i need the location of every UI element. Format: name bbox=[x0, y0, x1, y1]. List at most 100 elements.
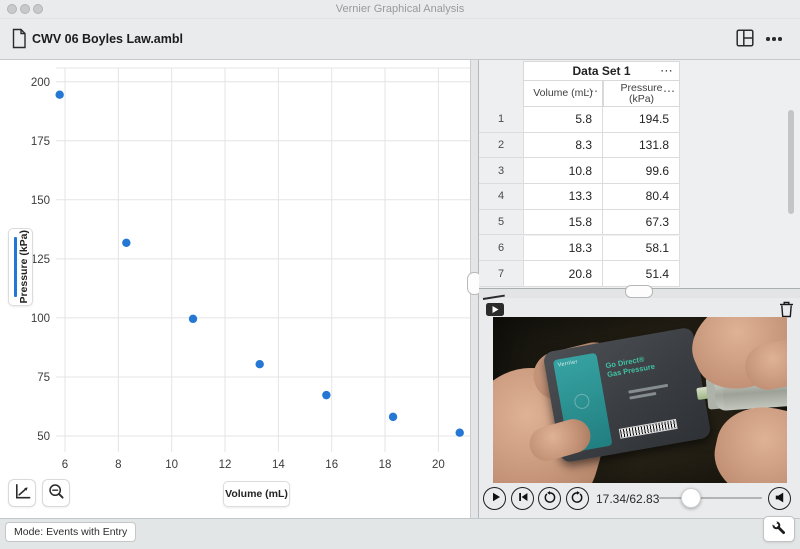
document-icon bbox=[11, 28, 27, 54]
dataset-header[interactable]: Data Set 1 ⋯ bbox=[523, 61, 680, 81]
volume-cell[interactable]: 13.3 bbox=[523, 184, 603, 210]
svg-text:18: 18 bbox=[379, 459, 392, 471]
table-row: 515.867.3 bbox=[479, 210, 680, 236]
more-options-button[interactable] bbox=[762, 29, 786, 49]
series-color-accent bbox=[14, 237, 17, 297]
window-title: Vernier Graphical Analysis bbox=[0, 3, 800, 15]
column-menu-icon[interactable]: ⋯ bbox=[663, 86, 675, 97]
volume-cell[interactable]: 10.8 bbox=[523, 158, 603, 184]
zoom-to-fit-button[interactable] bbox=[42, 479, 70, 507]
x-axis-label-button[interactable]: Volume (mL) bbox=[223, 481, 290, 507]
table-row: 720.851.4 bbox=[479, 261, 680, 287]
table-row: 618.358.1 bbox=[479, 236, 680, 262]
data-point[interactable] bbox=[122, 239, 130, 247]
volume-cell[interactable]: 5.8 bbox=[523, 107, 603, 133]
svg-text:14: 14 bbox=[272, 459, 285, 471]
dot-icon bbox=[772, 37, 776, 41]
svg-text:75: 75 bbox=[37, 372, 50, 384]
table-row: 413.380.4 bbox=[479, 184, 680, 210]
data-point[interactable] bbox=[189, 315, 197, 323]
step-forward-button[interactable] bbox=[566, 487, 589, 510]
column-menu-icon[interactable]: ⋯ bbox=[586, 86, 598, 97]
layout-icon bbox=[736, 35, 754, 50]
row-number: 5 bbox=[479, 210, 523, 236]
y-axis-label: Pressure (kPa) bbox=[18, 230, 30, 304]
y-axis-label-button[interactable]: Pressure (kPa) bbox=[8, 228, 33, 306]
volume-cell[interactable]: 15.8 bbox=[523, 210, 603, 236]
table-scrollbar[interactable] bbox=[788, 110, 794, 214]
video-source-button[interactable] bbox=[486, 303, 504, 316]
dot-icon bbox=[766, 37, 770, 41]
video-seek-knob[interactable] bbox=[681, 488, 701, 508]
titlebar: Vernier Graphical Analysis bbox=[0, 0, 800, 19]
pressure-cell[interactable]: 194.5 bbox=[603, 107, 680, 133]
toolbar: CWV 06 Boyles Law.ambl bbox=[0, 19, 800, 60]
volume-button[interactable] bbox=[768, 487, 791, 510]
column-header-volume[interactable]: Volume (mL)⋯ bbox=[523, 81, 603, 107]
play-icon bbox=[489, 491, 501, 506]
data-point[interactable] bbox=[456, 428, 464, 436]
pressure-cell[interactable]: 67.3 bbox=[603, 210, 680, 236]
svg-text:50: 50 bbox=[37, 431, 50, 443]
play-button[interactable] bbox=[483, 487, 506, 510]
graph-panel: 507510012515017520068101214161820 Pressu… bbox=[0, 60, 470, 518]
wrench-icon bbox=[771, 520, 787, 539]
pressure-cell[interactable]: 131.8 bbox=[603, 133, 680, 159]
video-seek-slider[interactable] bbox=[659, 497, 762, 499]
pressure-cell[interactable]: 51.4 bbox=[603, 261, 680, 287]
svg-text:150: 150 bbox=[31, 195, 50, 207]
data-point[interactable] bbox=[322, 391, 330, 399]
dataset-menu-icon[interactable]: ⋯ bbox=[660, 63, 673, 79]
statusbar: Mode: Events with Entry bbox=[0, 518, 800, 549]
scatter-plot[interactable]: 507510012515017520068101214161820 bbox=[0, 60, 470, 480]
graph-tools-button[interactable] bbox=[8, 479, 36, 507]
data-point[interactable] bbox=[255, 360, 263, 368]
svg-text:12: 12 bbox=[219, 459, 232, 471]
row-number: 4 bbox=[479, 184, 523, 210]
pressure-cell[interactable]: 58.1 bbox=[603, 236, 680, 262]
video-time-label: 17.34/62.83 bbox=[596, 492, 659, 506]
document-filename: CWV 06 Boyles Law.ambl bbox=[32, 32, 183, 46]
volume-cell[interactable]: 18.3 bbox=[523, 236, 603, 262]
zoom-fit-icon bbox=[47, 482, 66, 504]
view-layout-button[interactable] bbox=[735, 29, 755, 49]
volume-cell[interactable]: 8.3 bbox=[523, 133, 603, 159]
table-row: 28.3131.8 bbox=[479, 133, 680, 159]
sensor-barcode bbox=[619, 419, 678, 439]
video-frame[interactable]: Vernier Go Direct® Gas Pressure bbox=[493, 317, 787, 483]
horizontal-divider-handle[interactable] bbox=[625, 285, 653, 298]
step-back-button[interactable] bbox=[538, 487, 561, 510]
graph-tools-icon bbox=[13, 482, 32, 504]
right-hand-palm bbox=[707, 398, 787, 483]
svg-text:175: 175 bbox=[31, 136, 50, 148]
svg-text:100: 100 bbox=[31, 313, 50, 325]
data-point[interactable] bbox=[389, 413, 397, 421]
row-number: 1 bbox=[479, 107, 523, 133]
settings-wrench-button[interactable] bbox=[763, 516, 795, 542]
row-number: 2 bbox=[479, 133, 523, 159]
data-point[interactable] bbox=[55, 90, 63, 98]
dataset-title: Data Set 1 bbox=[572, 64, 630, 78]
rotate-cw-icon bbox=[571, 491, 584, 507]
skip-start-icon bbox=[517, 491, 529, 506]
svg-text:20: 20 bbox=[432, 459, 445, 471]
svg-text:10: 10 bbox=[165, 459, 178, 471]
pressure-cell[interactable]: 99.6 bbox=[603, 158, 680, 184]
column-header-pressure[interactable]: Pressure(kPa)⋯ bbox=[603, 81, 680, 107]
skip-to-start-button[interactable] bbox=[511, 487, 534, 510]
video-panel: Vernier Go Direct® Gas Pressure bbox=[479, 298, 800, 518]
pressure-cell[interactable]: 80.4 bbox=[603, 184, 680, 210]
table-row: 310.899.6 bbox=[479, 158, 680, 184]
rotate-ccw-icon bbox=[543, 491, 556, 507]
mode-button[interactable]: Mode: Events with Entry bbox=[5, 522, 136, 542]
speaker-icon bbox=[773, 491, 786, 507]
volume-cell[interactable]: 20.8 bbox=[523, 261, 603, 287]
sensor-emblem bbox=[573, 393, 590, 410]
svg-text:16: 16 bbox=[325, 459, 338, 471]
right-panel: Data Set 1 ⋯ Volume (mL)⋯ Pressure(kPa)⋯… bbox=[479, 60, 800, 518]
panel-divider-vertical bbox=[470, 60, 479, 518]
row-number: 6 bbox=[479, 236, 523, 262]
svg-text:8: 8 bbox=[115, 459, 121, 471]
panel-divider-horizontal bbox=[479, 288, 800, 298]
app-window: Vernier Graphical Analysis CWV 06 Boyles… bbox=[0, 0, 800, 549]
